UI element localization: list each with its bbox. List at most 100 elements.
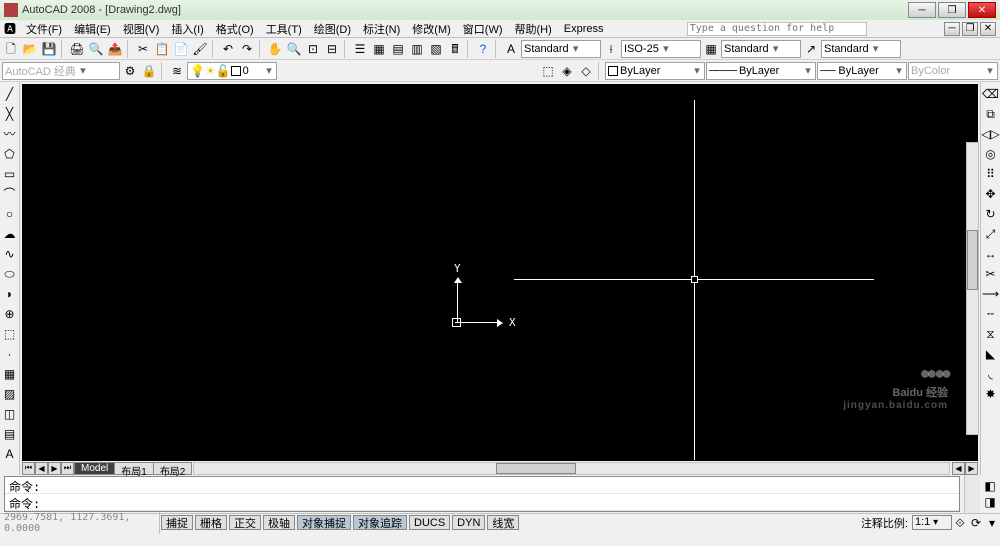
layer-iso-button[interactable]: ◈	[558, 62, 576, 80]
doc-minimize-button[interactable]: ─	[944, 22, 960, 36]
v-scroll-thumb[interactable]	[967, 230, 978, 290]
tp-button[interactable]: ▤	[389, 40, 407, 58]
menu-help[interactable]: 帮助(H)	[509, 21, 558, 37]
menu-modify[interactable]: 修改(M)	[406, 21, 457, 37]
workspace-lock-button[interactable]: 🔒	[140, 62, 158, 80]
h-scroll-thumb[interactable]	[496, 463, 576, 474]
tab-next-button[interactable]: ▶	[48, 462, 61, 475]
doc-restore-button[interactable]: ❐	[962, 22, 978, 36]
tab-layout2[interactable]: 布局2	[153, 462, 193, 475]
dc-button[interactable]: ▦	[370, 40, 388, 58]
coordinates-display[interactable]: 2969.7581, 1127.3691, 0.0000	[0, 512, 160, 534]
properties-button[interactable]: ☰	[351, 40, 369, 58]
new-button[interactable]: 🗋	[2, 40, 20, 58]
menu-dimension[interactable]: 标注(N)	[357, 21, 406, 37]
otrack-toggle[interactable]: 对象追踪	[353, 515, 407, 530]
save-button[interactable]: 💾	[40, 40, 58, 58]
h-scroll-right[interactable]: ▶	[965, 462, 978, 475]
zoom-win-button[interactable]: ⊡	[304, 40, 322, 58]
linetype-combo[interactable]: ──── ByLayer▾	[706, 62, 816, 80]
menu-format[interactable]: 格式(O)	[210, 21, 260, 37]
command-scrollbar[interactable]	[964, 475, 980, 513]
copy-tool[interactable]: ⧉	[983, 106, 999, 122]
undo-button[interactable]: ↶	[219, 40, 237, 58]
match-button[interactable]: 🖌	[191, 40, 209, 58]
xline-tool[interactable]: ╳	[2, 106, 18, 122]
mtext-tool[interactable]: A	[2, 446, 18, 462]
status-tray-button[interactable]: ▾	[984, 515, 1000, 531]
tab-layout1[interactable]: 布局1	[114, 462, 154, 475]
doc-close-button[interactable]: ✕	[980, 22, 996, 36]
open-button[interactable]: 📂	[21, 40, 39, 58]
grid-toggle[interactable]: 栅格	[195, 515, 227, 530]
menu-window[interactable]: 窗口(W)	[457, 21, 509, 37]
lwt-toggle[interactable]: 线宽	[487, 515, 519, 530]
command-window[interactable]: 命令: 命令:	[4, 476, 960, 512]
h-scroll-left[interactable]: ◀	[952, 462, 965, 475]
help-search-input[interactable]	[687, 22, 867, 36]
color-combo[interactable]: ByLayer▾	[605, 62, 705, 80]
chamfer-tool[interactable]: ◣	[983, 346, 999, 362]
block-tool[interactable]: ⬚	[2, 326, 18, 342]
markup-button[interactable]: ▧	[427, 40, 445, 58]
lineweight-combo[interactable]: ── ByLayer▾	[817, 62, 907, 80]
point-tool[interactable]: ·	[2, 346, 18, 362]
fillet-tool[interactable]: ◟	[983, 366, 999, 382]
cut-button[interactable]: ✂	[134, 40, 152, 58]
menu-draw[interactable]: 绘图(D)	[308, 21, 357, 37]
rotate-tool[interactable]: ↻	[983, 206, 999, 222]
tab-model[interactable]: Model	[74, 462, 115, 475]
cmd-tool-2[interactable]: ◨	[982, 494, 998, 510]
calc-button[interactable]: 🖩	[446, 40, 464, 58]
stretch-tool[interactable]: ↔	[983, 246, 999, 262]
menu-tools[interactable]: 工具(T)	[260, 21, 308, 37]
plot-button[interactable]: 🖨	[68, 40, 86, 58]
line-tool[interactable]: ╱	[2, 86, 18, 102]
ellipse-tool[interactable]: ⬭	[2, 266, 18, 282]
ssm-button[interactable]: ▥	[408, 40, 426, 58]
layer-prev-button[interactable]: ⬚	[539, 62, 557, 80]
extend-tool[interactable]: ⟶	[983, 286, 999, 302]
table-style-icon-button[interactable]: ▦	[702, 40, 720, 58]
paste-button[interactable]: 📄	[172, 40, 190, 58]
menu-insert[interactable]: 插入(I)	[165, 21, 209, 37]
text-style-icon-button[interactable]: A	[502, 40, 520, 58]
explode-tool[interactable]: ✸	[983, 386, 999, 402]
mleader-style-combo[interactable]: Standard▾	[821, 40, 901, 58]
minimize-button[interactable]: ─	[908, 2, 936, 18]
table-tool[interactable]: ▤	[2, 426, 18, 442]
spline-tool[interactable]: ∿	[2, 246, 18, 262]
menu-view[interactable]: 视图(V)	[117, 21, 166, 37]
close-button[interactable]: ✕	[968, 2, 996, 18]
offset-tool[interactable]: ◎	[983, 146, 999, 162]
zoom-rt-button[interactable]: 🔍	[285, 40, 303, 58]
dim-style-combo[interactable]: ISO-25▾	[621, 40, 701, 58]
erase-tool[interactable]: ⌫	[983, 86, 999, 102]
gradient-tool[interactable]: ▨	[2, 386, 18, 402]
join-tool[interactable]: ⧖	[983, 326, 999, 342]
h-scrollbar[interactable]	[193, 462, 950, 475]
text-style-combo[interactable]: Standard▾	[521, 40, 601, 58]
mleader-style-icon-button[interactable]: ↗	[802, 40, 820, 58]
preview-button[interactable]: 🔍	[87, 40, 105, 58]
help-button[interactable]: ?	[474, 40, 492, 58]
polygon-tool[interactable]: ⬠	[2, 146, 18, 162]
layer-off-button[interactable]: ◇	[577, 62, 595, 80]
snap-toggle[interactable]: 捕捉	[161, 515, 193, 530]
break-tool[interactable]: ╌	[983, 306, 999, 322]
insert-tool[interactable]: ⊕	[2, 306, 18, 322]
v-scrollbar[interactable]	[966, 142, 979, 435]
publish-button[interactable]: 📤	[106, 40, 124, 58]
ducs-toggle[interactable]: DUCS	[409, 515, 450, 530]
trim-tool[interactable]: ✂	[983, 266, 999, 282]
workspace-combo[interactable]: AutoCAD 经典▾	[2, 62, 120, 80]
array-tool[interactable]: ⠿	[983, 166, 999, 182]
copy-button[interactable]: 📋	[153, 40, 171, 58]
dim-style-icon-button[interactable]: ⟊	[602, 40, 620, 58]
mirror-tool[interactable]: ◁▷	[983, 126, 999, 142]
scale-tool[interactable]: ⤢	[983, 226, 999, 242]
ortho-toggle[interactable]: 正交	[229, 515, 261, 530]
rectangle-tool[interactable]: ▭	[2, 166, 18, 182]
command-prompt[interactable]: 命令:	[5, 494, 959, 511]
move-tool[interactable]: ✥	[983, 186, 999, 202]
